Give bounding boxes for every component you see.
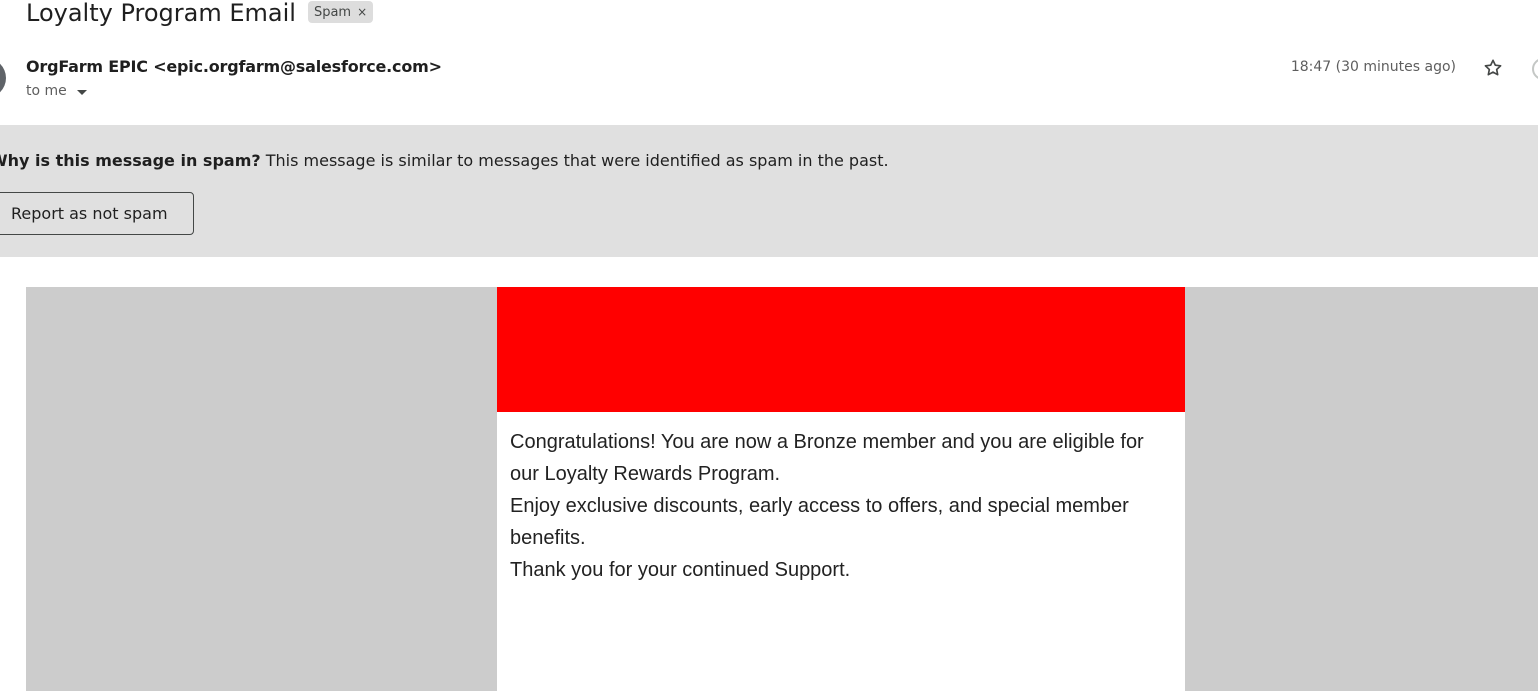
spam-warning-text: Why is this message in spam? This messag… bbox=[0, 151, 889, 170]
report-not-spam-button[interactable]: Report as not spam bbox=[0, 192, 194, 235]
recipient-label: to me bbox=[26, 83, 67, 99]
sender-name: OrgFarm EPIC <epic.orgfarm@salesforce.co… bbox=[26, 57, 442, 76]
email-view: Loyalty Program Email Spam × OrgFarm EPI… bbox=[0, 0, 1538, 691]
email-body-background: Congratulations! You are now a Bronze me… bbox=[26, 287, 1538, 691]
label-chip-text: Spam bbox=[313, 4, 352, 20]
email-timestamp: 18:47 (30 minutes ago) bbox=[1290, 59, 1456, 75]
spam-warning-banner: Why is this message in spam? This messag… bbox=[0, 125, 1538, 257]
email-subject: Loyalty Program Email bbox=[26, 0, 296, 27]
email-body-card: Congratulations! You are now a Bronze me… bbox=[497, 287, 1185, 691]
subject-row: Loyalty Program Email Spam × bbox=[26, 0, 374, 30]
spam-label-chip[interactable]: Spam × bbox=[307, 1, 374, 23]
avatar[interactable] bbox=[0, 58, 6, 98]
email-header-banner bbox=[497, 287, 1185, 412]
spam-explanation: This message is similar to messages that… bbox=[260, 151, 889, 170]
recipient-details-toggle[interactable]: to me bbox=[26, 83, 87, 99]
spam-question: Why is this message in spam? bbox=[0, 151, 261, 170]
email-line-thanks: Thank you for your continued Support. bbox=[510, 559, 851, 581]
star-icon[interactable] bbox=[1482, 57, 1504, 79]
email-line-benefits: Enjoy exclusive discounts, early access … bbox=[510, 495, 1129, 549]
email-body-text: Congratulations! You are now a Bronze me… bbox=[497, 412, 1185, 586]
remove-label-icon[interactable]: × bbox=[357, 5, 367, 19]
reaction-icon[interactable] bbox=[1532, 58, 1538, 80]
chevron-down-icon bbox=[76, 89, 87, 95]
email-line-congrats: Congratulations! You are now a Bronze me… bbox=[510, 431, 1144, 485]
